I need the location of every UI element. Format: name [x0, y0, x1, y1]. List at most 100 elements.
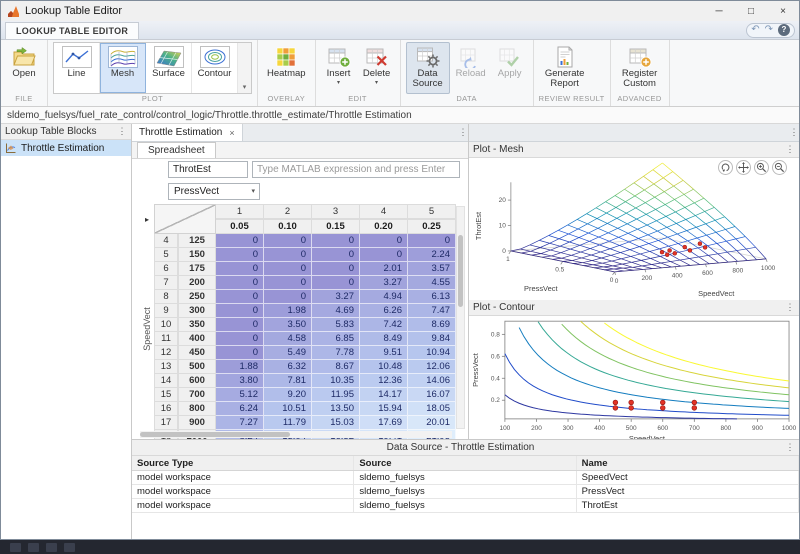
plot-contour-menu-icon[interactable]: ⋮ — [785, 302, 795, 313]
taskbar-icon[interactable] — [28, 543, 39, 552]
column-breakpoint-header[interactable]: 0.05 — [216, 219, 264, 234]
table-cell[interactable]: 10.94 — [408, 346, 456, 360]
row-index-header[interactable]: 13 — [154, 360, 178, 374]
row-index-header[interactable]: 11 — [154, 332, 178, 346]
datasource-row[interactable]: model workspacesldemo_fuelsysSpeedVect — [132, 471, 799, 485]
table-cell[interactable]: 4.55 — [408, 276, 456, 290]
register-custom-button[interactable]: Register Custom — [616, 42, 664, 94]
table-cell[interactable]: 0 — [312, 234, 360, 248]
row-breakpoint-header[interactable]: 500 — [178, 360, 216, 374]
tab-close-icon[interactable]: × — [229, 128, 234, 138]
table-cell[interactable]: 3.80 — [216, 374, 264, 388]
table-cell[interactable]: 0 — [216, 304, 264, 318]
row-breakpoint-header[interactable]: 200 — [178, 276, 216, 290]
insert-button[interactable]: Insert ▾ — [321, 42, 357, 94]
table-cell[interactable]: 3.50 — [264, 318, 312, 332]
table-cell[interactable]: 0 — [360, 248, 408, 262]
row-breakpoint-header[interactable]: 600 — [178, 374, 216, 388]
dimension-dropdown[interactable]: PressVect ▾ — [168, 183, 260, 200]
datasource-column-header[interactable]: Name — [577, 456, 799, 470]
redo-icon[interactable]: ↷ — [765, 25, 773, 35]
row-index-header[interactable]: 8 — [154, 290, 178, 304]
row-index-header[interactable]: 16 — [154, 402, 178, 416]
table-cell[interactable]: 0 — [216, 332, 264, 346]
table-cell[interactable]: 7.78 — [312, 346, 360, 360]
row-index-header[interactable]: 15 — [154, 388, 178, 402]
generate-report-button[interactable]: Generate Report — [539, 42, 591, 94]
table-cell[interactable]: 20.01 — [408, 416, 456, 430]
datasource-column-header[interactable]: Source — [354, 456, 576, 470]
table-cell[interactable]: 6.85 — [312, 332, 360, 346]
contour-plot-svg[interactable]: 10020030040050060070080090010000.20.40.6… — [469, 316, 799, 439]
table-cell[interactable]: 13.50 — [312, 402, 360, 416]
row-breakpoint-header[interactable]: 125 — [178, 234, 216, 248]
row-breakpoint-header[interactable]: 800 — [178, 402, 216, 416]
table-cell[interactable]: 0 — [216, 318, 264, 332]
table-cell[interactable]: 12.36 — [360, 374, 408, 388]
table-cell[interactable]: 16.07 — [408, 388, 456, 402]
data-source-menu-icon[interactable]: ⋮ — [785, 442, 795, 453]
table-cell[interactable]: 0 — [264, 290, 312, 304]
row-breakpoint-header[interactable]: 450 — [178, 346, 216, 360]
help-icon[interactable]: ? — [778, 24, 790, 36]
row-index-header[interactable]: 10 — [154, 318, 178, 332]
table-cell[interactable]: 6.24 — [216, 402, 264, 416]
table-cell[interactable]: 0 — [264, 248, 312, 262]
column-index-header[interactable]: 1 — [216, 204, 264, 219]
table-cell[interactable]: 6.13 — [408, 290, 456, 304]
heatmap-button[interactable]: Heatmap — [263, 42, 310, 94]
table-cell[interactable]: 3.27 — [312, 290, 360, 304]
matlab-expression-input[interactable] — [252, 161, 460, 178]
table-cell[interactable]: 8.69 — [408, 318, 456, 332]
table-cell[interactable]: 0 — [216, 346, 264, 360]
rotate-3d-icon[interactable] — [718, 160, 733, 175]
sidebar-item-throttle-estimation[interactable]: Throttle Estimation — [1, 140, 131, 156]
plot-surface-button[interactable]: Surface — [146, 43, 192, 93]
zoom-out-icon[interactable] — [772, 160, 787, 175]
row-breakpoint-header[interactable]: 150 — [178, 248, 216, 262]
table-name-field[interactable]: ThrotEst — [168, 161, 248, 178]
table-cell[interactable]: 10.51 — [264, 402, 312, 416]
row-breakpoint-header[interactable]: 400 — [178, 332, 216, 346]
table-cell[interactable]: 0 — [216, 234, 264, 248]
table-cell[interactable]: 5.12 — [216, 388, 264, 402]
table-cell[interactable]: 7.81 — [264, 374, 312, 388]
delete-button[interactable]: Delete ▾ — [359, 42, 395, 94]
table-cell[interactable]: 3.27 — [360, 276, 408, 290]
ribbon-tab-lookup-table-editor[interactable]: LOOKUP TABLE EDITOR — [5, 22, 139, 39]
taskbar-icon[interactable] — [10, 543, 21, 552]
table-cell[interactable]: 0 — [360, 234, 408, 248]
minimize-button[interactable]: ─ — [703, 1, 735, 21]
data-source-button[interactable]: Data Source — [406, 42, 450, 94]
table-cell[interactable]: 1.88 — [216, 360, 264, 374]
table-cell[interactable]: 7.42 — [360, 318, 408, 332]
row-breakpoint-header[interactable]: 350 — [178, 318, 216, 332]
table-cell[interactable]: 0 — [312, 262, 360, 276]
row-index-header[interactable]: 4 — [154, 234, 178, 248]
table-cell[interactable]: 15.03 — [312, 416, 360, 430]
contour-plot-area[interactable]: 10020030040050060070080090010000.20.40.6… — [469, 316, 799, 439]
open-button[interactable]: Open — [6, 42, 42, 94]
table-cell[interactable]: 9.20 — [264, 388, 312, 402]
column-index-header[interactable]: 2 — [264, 204, 312, 219]
column-breakpoint-header[interactable]: 0.15 — [312, 219, 360, 234]
table-cell[interactable]: 0 — [216, 262, 264, 276]
table-cell[interactable]: 10.35 — [312, 374, 360, 388]
row-index-header[interactable]: 12 — [154, 346, 178, 360]
tab-spreadsheet[interactable]: Spreadsheet — [137, 142, 216, 158]
reload-button[interactable]: Reload — [452, 42, 490, 94]
undo-icon[interactable]: ↶ — [751, 25, 759, 35]
grid-horizontal-scrollbar[interactable] — [140, 431, 452, 438]
table-cell[interactable]: 17.69 — [360, 416, 408, 430]
close-button[interactable]: × — [767, 1, 799, 21]
mesh-plot-svg[interactable]: 0200400600800100010.5001020SpeedVectPres… — [469, 158, 799, 300]
taskbar-icon[interactable] — [64, 543, 75, 552]
apply-button[interactable]: Apply — [492, 42, 528, 94]
row-index-header[interactable]: 14 — [154, 374, 178, 388]
row-breakpoint-header[interactable]: 700 — [178, 388, 216, 402]
column-index-header[interactable]: 3 — [312, 204, 360, 219]
tabbar-menu-icon[interactable]: ⋮ — [458, 127, 468, 138]
table-cell[interactable]: 9.51 — [360, 346, 408, 360]
column-breakpoint-header[interactable]: 0.10 — [264, 219, 312, 234]
table-cell[interactable]: 1.98 — [264, 304, 312, 318]
